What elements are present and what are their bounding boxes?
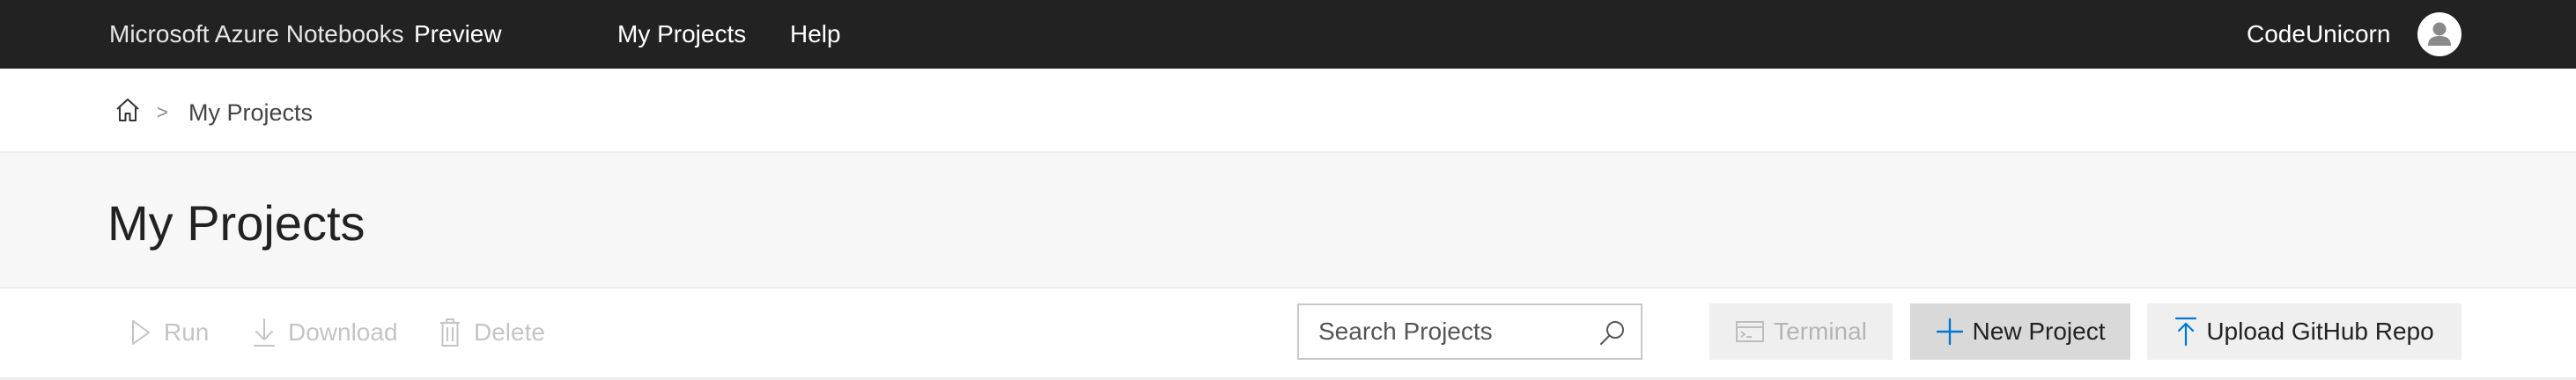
- terminal-button[interactable]: Terminal: [1709, 303, 1893, 360]
- trash-icon: [439, 318, 461, 347]
- upload-icon: [2174, 317, 2197, 347]
- breadcrumb-separator: >: [157, 101, 168, 123]
- user-avatar-icon[interactable]: [2417, 12, 2462, 56]
- nav-my-projects[interactable]: My Projects: [617, 0, 746, 69]
- download-button[interactable]: Download: [253, 289, 398, 376]
- home-icon[interactable]: [114, 97, 141, 123]
- breadcrumb: > My Projects: [0, 69, 2576, 153]
- run-label: Run: [164, 318, 210, 346]
- new-project-button[interactable]: New Project: [1910, 303, 2130, 360]
- upload-github-repo-label: Upload GitHub Repo: [2206, 318, 2434, 345]
- projects-toolbar: Run Download Delete Search Projects Term…: [0, 289, 2576, 380]
- nav-help[interactable]: Help: [790, 0, 841, 69]
- search-icon[interactable]: [1598, 318, 1627, 347]
- upload-github-repo-button[interactable]: Upload GitHub Repo: [2147, 303, 2462, 360]
- search-box[interactable]: [1297, 303, 1642, 360]
- download-label: Download: [288, 318, 398, 346]
- page-title: My Projects: [107, 195, 365, 251]
- top-navigation-bar: Microsoft Azure Notebooks Preview My Pro…: [0, 0, 2576, 69]
- page-title-band: My Projects: [0, 153, 2576, 289]
- search-input[interactable]: [1299, 305, 1641, 358]
- delete-button[interactable]: Delete: [439, 289, 545, 376]
- username[interactable]: CodeUnicorn: [2247, 0, 2390, 69]
- run-button[interactable]: Run: [130, 289, 209, 376]
- app-brand[interactable]: Microsoft Azure Notebooks: [109, 0, 404, 69]
- download-icon: [253, 318, 276, 347]
- new-project-label: New Project: [1972, 318, 2106, 345]
- preview-label: Preview: [414, 20, 502, 48]
- play-icon: [130, 319, 151, 346]
- delete-label: Delete: [474, 318, 545, 346]
- plus-icon: [1936, 318, 1964, 346]
- terminal-icon: [1735, 319, 1765, 344]
- terminal-label: Terminal: [1774, 318, 1867, 345]
- breadcrumb-current: My Projects: [188, 99, 314, 126]
